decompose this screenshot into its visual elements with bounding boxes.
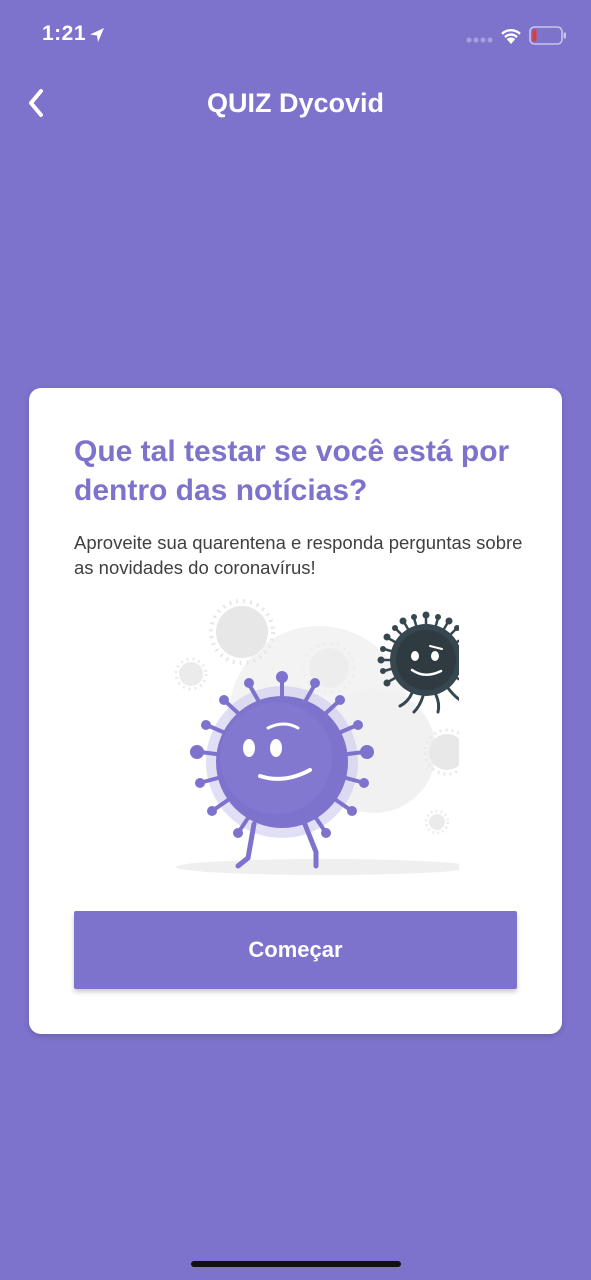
page-title: QUIZ Dycovid [206, 88, 385, 118]
status-time: 1:21 [42, 22, 87, 45]
wifi-icon [501, 28, 521, 44]
quiz-intro-card: Que tal testar se você está por dentro d… [29, 388, 562, 1034]
card-heading: Que tal testar se você está por dentro d… [74, 435, 510, 507]
battery-low-icon [529, 26, 566, 45]
nav-bar: QUIZ Dycovid [0, 70, 591, 136]
card-subtitle: Aproveite sua quarentena e responda perg… [74, 532, 523, 578]
status-bar: 1:21 [0, 0, 591, 70]
location-arrow-icon [90, 28, 104, 42]
virus-illustration [174, 599, 459, 875]
signal-icon [466, 37, 493, 43]
start-quiz-button[interactable]: Começar [74, 911, 517, 989]
home-indicator [191, 1261, 401, 1267]
